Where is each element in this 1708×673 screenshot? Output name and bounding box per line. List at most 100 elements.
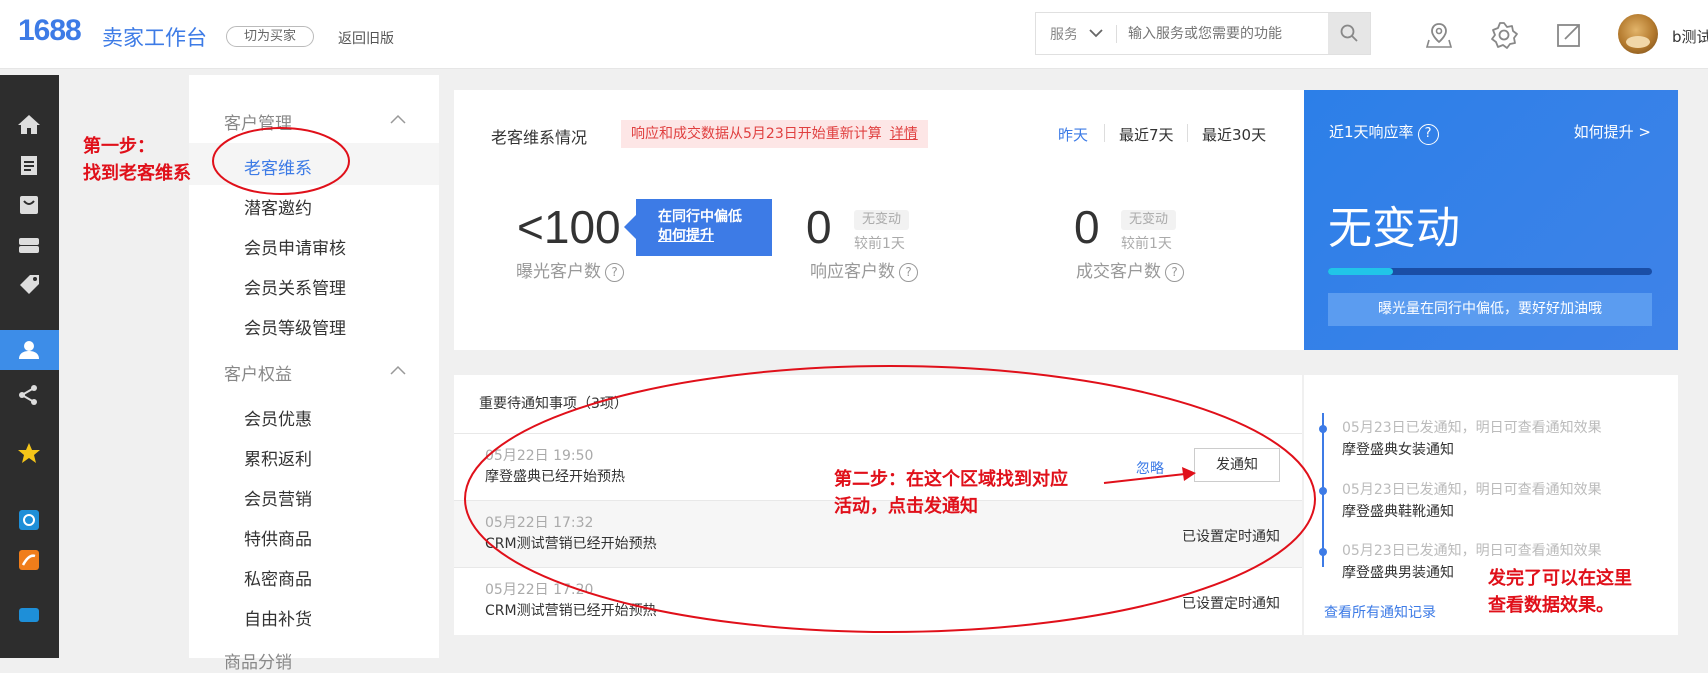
exposed-customers-label: 曝光客户数? bbox=[516, 257, 624, 282]
username[interactable]: b测试 bbox=[1672, 26, 1708, 47]
help-icon[interactable]: ? bbox=[899, 263, 918, 282]
deal-customers-label: 成交客户数? bbox=[1076, 257, 1184, 282]
return-old-version-link[interactable]: 返回旧版 bbox=[338, 28, 394, 48]
notice-text: 响应和成交数据从5月23日开始重新计算 bbox=[631, 126, 882, 142]
rail-favorites[interactable] bbox=[0, 433, 59, 473]
group-title-distribution[interactable]: 商品分销 bbox=[224, 648, 292, 673]
notice-detail-link[interactable]: 详情 bbox=[890, 126, 918, 142]
sidebar-item-private-goods[interactable]: 私密商品 bbox=[244, 565, 312, 590]
peer-tip-link[interactable]: 如何提升 bbox=[658, 227, 772, 246]
logo-title: 卖家工作台 bbox=[102, 26, 207, 50]
active-item-highlight bbox=[189, 143, 439, 185]
chevron-up-icon[interactable] bbox=[389, 363, 407, 377]
timeline-dot bbox=[1319, 425, 1327, 433]
search-icon bbox=[1340, 24, 1358, 42]
rail-products[interactable] bbox=[0, 185, 59, 225]
exposed-customers-value: <100 bbox=[517, 201, 621, 253]
sidebar-item-rebate[interactable]: 累积返利 bbox=[244, 445, 312, 470]
rail-app-3[interactable] bbox=[0, 590, 59, 630]
row-status: 已设置定时通知 bbox=[1182, 529, 1280, 545]
compare-text: 较前1天 bbox=[1121, 236, 1172, 252]
store-icon bbox=[19, 238, 39, 253]
sidebar-item-member-marketing[interactable]: 会员营销 bbox=[244, 485, 312, 510]
rail-app-1[interactable] bbox=[0, 500, 59, 540]
compare-text: 较前1天 bbox=[854, 236, 905, 252]
history-text: 摩登盛典男装通知 bbox=[1342, 565, 1454, 581]
star-icon bbox=[18, 443, 40, 463]
change-tag: 无变动 bbox=[854, 210, 910, 230]
logo[interactable]: 1688 bbox=[18, 14, 82, 48]
help-icon[interactable]: ? bbox=[605, 263, 624, 282]
rail-orders[interactable] bbox=[0, 145, 59, 185]
annotation-step2: 第二步：在这个区域找到对应 活动，点击发通知 bbox=[834, 469, 1068, 517]
range-7-days[interactable]: 最近7天 bbox=[1119, 124, 1174, 145]
timeline-dot bbox=[1319, 487, 1327, 495]
search-divider bbox=[1116, 25, 1117, 43]
sidebar-item-member-levels[interactable]: 会员等级管理 bbox=[244, 314, 346, 339]
rail-app-2[interactable] bbox=[0, 540, 59, 580]
search-input[interactable] bbox=[1128, 21, 1298, 47]
location-icon[interactable] bbox=[1424, 20, 1454, 50]
send-notification-button[interactable]: 发通知 bbox=[1194, 448, 1280, 482]
sidebar-item-member-discount[interactable]: 会员优惠 bbox=[244, 405, 312, 430]
help-icon[interactable]: ? bbox=[1417, 124, 1439, 145]
history-text: 摩登盛典女装通知 bbox=[1342, 442, 1454, 458]
how-to-improve-link[interactable]: 如何提升 > bbox=[1574, 121, 1651, 142]
avatar[interactable] bbox=[1618, 14, 1658, 54]
sidebar-item-old-customer[interactable]: 老客维系 bbox=[244, 154, 312, 179]
top-bar: 1688 卖家工作台 切为买家 返回旧版 服务 b测试 bbox=[0, 0, 1708, 69]
sidebar-item-special-goods[interactable]: 特供商品 bbox=[244, 525, 312, 550]
sidebar-item-member-review[interactable]: 会员申请审核 bbox=[244, 234, 346, 259]
search-type-select[interactable]: 服务 bbox=[1050, 24, 1076, 44]
peer-tip-text: 在同行中偏低 bbox=[658, 209, 742, 225]
rail-home[interactable] bbox=[0, 105, 59, 145]
rail-store[interactable] bbox=[0, 225, 59, 265]
row-time: 05月22日 17:20 bbox=[485, 582, 594, 598]
app-blue-icon-2 bbox=[19, 608, 39, 622]
home-icon bbox=[18, 115, 40, 134]
switch-to-buyer-button[interactable]: 切为买家 bbox=[226, 26, 314, 47]
notice-banner: 响应和成交数据从5月23日开始重新计算 详情 bbox=[621, 120, 928, 148]
group-title-customer-benefits[interactable]: 客户权益 bbox=[224, 360, 292, 385]
rail-customers[interactable] bbox=[0, 330, 59, 370]
range-yesterday[interactable]: 昨天 bbox=[1058, 124, 1088, 145]
response-rate-panel: 近1天响应率? 如何提升 > 无变动 曝光量在同行中偏低，要好好加油哦 bbox=[1304, 90, 1678, 350]
responded-customers-value: 0 bbox=[806, 201, 832, 253]
box-icon bbox=[20, 196, 38, 214]
group-title-customer-management[interactable]: 客户管理 bbox=[224, 109, 292, 134]
sidebar-item-restock[interactable]: 自由补货 bbox=[244, 605, 312, 630]
icon-rail bbox=[0, 75, 59, 658]
chevron-down-icon[interactable] bbox=[1088, 23, 1104, 43]
row-text: 摩登盛典已经开始预热 bbox=[485, 469, 625, 485]
history-text: 摩登盛典鞋靴通知 bbox=[1342, 504, 1454, 520]
range-divider bbox=[1187, 124, 1188, 142]
ignore-link[interactable]: 忽略 bbox=[1136, 458, 1164, 478]
app-blue-icon bbox=[19, 510, 39, 530]
annotation-step1: 第一步： 找到老客维系 bbox=[83, 136, 191, 184]
gear-icon[interactable] bbox=[1489, 20, 1519, 50]
response-rate-message: 曝光量在同行中偏低，要好好加油哦 bbox=[1328, 293, 1652, 326]
rail-marketing[interactable] bbox=[0, 265, 59, 305]
response-rate-title: 近1天响应率? bbox=[1329, 121, 1439, 145]
edit-icon[interactable] bbox=[1554, 20, 1584, 50]
share-icon bbox=[19, 385, 37, 405]
search-box: 服务 bbox=[1035, 12, 1371, 55]
tag-icon bbox=[20, 275, 39, 294]
history-time: 05月23日已发通知，明日可查看通知效果 bbox=[1342, 482, 1602, 498]
row-time: 05月22日 17:32 bbox=[485, 515, 594, 531]
view-all-notifications-link[interactable]: 查看所有通知记录 bbox=[1324, 602, 1436, 622]
row-text: CRM测试营销已经开始预热 bbox=[485, 536, 657, 552]
help-icon[interactable]: ? bbox=[1165, 263, 1184, 282]
rail-distribution[interactable] bbox=[0, 375, 59, 415]
range-30-days[interactable]: 最近30天 bbox=[1202, 124, 1266, 145]
clipboard-icon bbox=[21, 156, 37, 175]
response-rate-status: 无变动 bbox=[1328, 203, 1460, 254]
chevron-up-icon[interactable] bbox=[389, 112, 407, 126]
search-button[interactable] bbox=[1328, 13, 1370, 54]
sidebar-item-member-relations[interactable]: 会员关系管理 bbox=[244, 274, 346, 299]
sidebar-item-potential-invite[interactable]: 潜客邀约 bbox=[244, 194, 312, 219]
overview-title: 老客维系情况 bbox=[491, 128, 588, 147]
row-time: 05月22日 19:50 bbox=[485, 448, 594, 464]
history-time: 05月23日已发通知，明日可查看通知效果 bbox=[1342, 420, 1602, 436]
row-status: 已设置定时通知 bbox=[1182, 596, 1280, 612]
